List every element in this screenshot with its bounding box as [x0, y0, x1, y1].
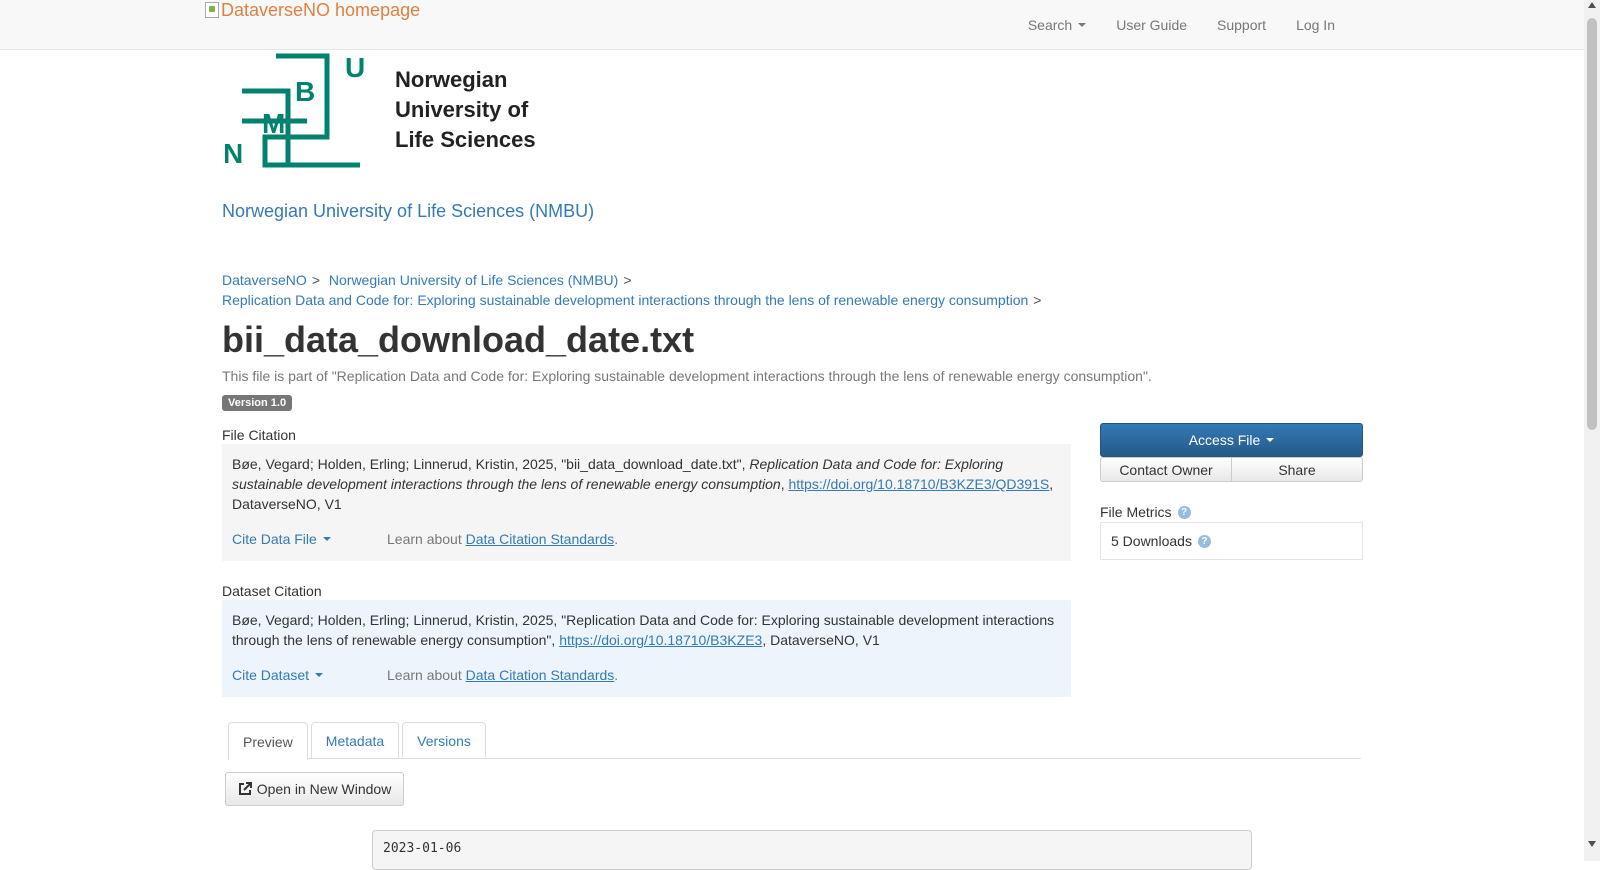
external-link-icon [238, 782, 252, 795]
cite-data-file-label: Cite Data File [232, 531, 317, 547]
file-tabs: Preview Metadata Versions [228, 722, 1361, 760]
version-badge: Version 1.0 [222, 395, 293, 411]
nav-log-in[interactable]: Log In [1296, 17, 1335, 33]
data-citation-standards-link[interactable]: Data Citation Standards [466, 531, 615, 547]
logo-wordmark: Norwegian University of Life Sciences [395, 65, 536, 155]
nav-search-label: Search [1027, 17, 1073, 33]
brand-alt-text: DataverseNO homepage [221, 0, 421, 20]
caret-down-icon [322, 537, 331, 541]
cite-dataset-dropdown[interactable]: Cite Dataset [232, 665, 387, 685]
access-file-label: Access File [1188, 432, 1261, 448]
nav-support[interactable]: Support [1217, 17, 1266, 33]
logo-line-1: Norwegian [395, 67, 508, 92]
file-preview-content: 2023-01-06 [372, 830, 1252, 870]
file-metrics-box: 5 Downloads ? [1100, 522, 1363, 560]
nav-search-dropdown[interactable]: Search [1027, 17, 1087, 33]
scroll-thumb[interactable] [1587, 18, 1597, 430]
logo-line-3: Life Sciences [395, 127, 536, 152]
breadcrumb-dataverseno[interactable]: DataverseNO [222, 272, 307, 288]
open-in-new-window-button[interactable]: Open in New Window [225, 772, 404, 806]
scroll-down-arrow-icon[interactable] [1588, 841, 1596, 847]
help-icon[interactable]: ? [1197, 534, 1211, 548]
data-citation-standards-link[interactable]: Data Citation Standards [466, 667, 615, 683]
learn-suffix: . [614, 667, 619, 683]
breadcrumb-nmbu[interactable]: Norwegian University of Life Sciences (N… [329, 272, 618, 288]
caret-down-icon [1266, 438, 1275, 442]
breadcrumb-separator: > [311, 272, 320, 288]
file-metrics-label: File Metrics ? [1100, 504, 1191, 520]
file-doi-link[interactable]: https://doi.org/10.18710/B3KZE3/QD391S [788, 476, 1049, 492]
nmbu-logo-mark-icon: U B M N [223, 52, 365, 169]
caret-down-icon [1078, 23, 1087, 27]
logo-line-2: University of [395, 97, 529, 122]
file-citation-box: Bøe, Vegard; Holden, Erling; Linnerud, K… [222, 444, 1071, 561]
dataset-cite-actions: Cite Dataset Learn about Data Citation S… [232, 665, 1061, 685]
breadcrumb-dataset[interactable]: Replication Data and Code for: Exploring… [222, 292, 1028, 308]
file-citation-text: Bøe, Vegard; Holden, Erling; Linnerud, K… [232, 454, 1061, 514]
cite-data-file-dropdown[interactable]: Cite Data File [232, 529, 387, 549]
share-button[interactable]: Share [1232, 457, 1363, 482]
cite-dataset-label: Cite Dataset [232, 667, 310, 683]
breadcrumb-separator: > [623, 272, 632, 288]
caret-down-icon [315, 673, 324, 677]
citation-prefix: Bøe, Vegard; Holden, Erling; Linnerud, K… [232, 456, 750, 472]
access-file-button[interactable]: Access File [1100, 423, 1363, 457]
dataverse-title-link[interactable]: Norwegian University of Life Sciences (N… [222, 201, 594, 222]
logo-letter-m: M [262, 108, 285, 139]
logo-letter-n: N [225, 138, 243, 168]
learn-suffix: . [614, 531, 619, 547]
learn-prefix: Learn about [387, 667, 466, 683]
file-citation-label: File Citation [222, 427, 296, 443]
learn-prefix: Learn about [387, 531, 466, 547]
file-subtitle: This file is part of "Replication Data a… [222, 368, 1152, 384]
file-cite-actions: Cite Data File Learn about Data Citation… [232, 529, 1061, 549]
brand-home-link[interactable]: DataverseNO homepage [205, 0, 420, 21]
nmbu-logo[interactable]: U B M N Norwegian University of Life Sci… [223, 52, 545, 169]
dataset-doi-link[interactable]: https://doi.org/10.18710/B3KZE3 [559, 632, 762, 648]
page-scrollbar[interactable] [1584, 0, 1600, 861]
logo-letter-u: U [345, 53, 365, 83]
citation-suffix: , DataverseNO, V1 [762, 632, 880, 648]
contact-owner-button[interactable]: Contact Owner [1100, 457, 1232, 482]
navbar: DataverseNO homepage Search User Guide S… [0, 0, 1584, 50]
nav-menu: Search User Guide Support Log In [998, 0, 1335, 50]
breadcrumb-separator: > [1033, 292, 1042, 308]
owner-share-group: Contact Owner Share [1100, 457, 1363, 482]
open-in-new-window-label: Open in New Window [256, 781, 392, 797]
broken-image-icon [205, 2, 219, 18]
scroll-up-arrow-icon[interactable] [1588, 2, 1596, 8]
learn-about-text: Learn about Data Citation Standards. [387, 529, 618, 549]
file-metrics-title: File Metrics [1100, 504, 1172, 520]
learn-about-text: Learn about Data Citation Standards. [387, 665, 618, 685]
tab-preview[interactable]: Preview [228, 722, 308, 760]
dataset-citation-label: Dataset Citation [222, 583, 322, 599]
nav-user-guide[interactable]: User Guide [1116, 17, 1187, 33]
help-icon[interactable]: ? [1177, 505, 1191, 519]
page-title: bii_data_download_date.txt [222, 319, 695, 360]
breadcrumb: DataverseNO > Norwegian University of Lif… [222, 270, 1372, 310]
logo-letter-b: B [295, 76, 315, 107]
downloads-count: 5 Downloads [1111, 533, 1192, 549]
dataset-citation-text: Bøe, Vegard; Holden, Erling; Linnerud, K… [232, 610, 1061, 650]
tab-metadata[interactable]: Metadata [310, 722, 400, 759]
dataset-citation-box: Bøe, Vegard; Holden, Erling; Linnerud, K… [222, 600, 1071, 697]
tab-versions[interactable]: Versions [402, 722, 486, 759]
